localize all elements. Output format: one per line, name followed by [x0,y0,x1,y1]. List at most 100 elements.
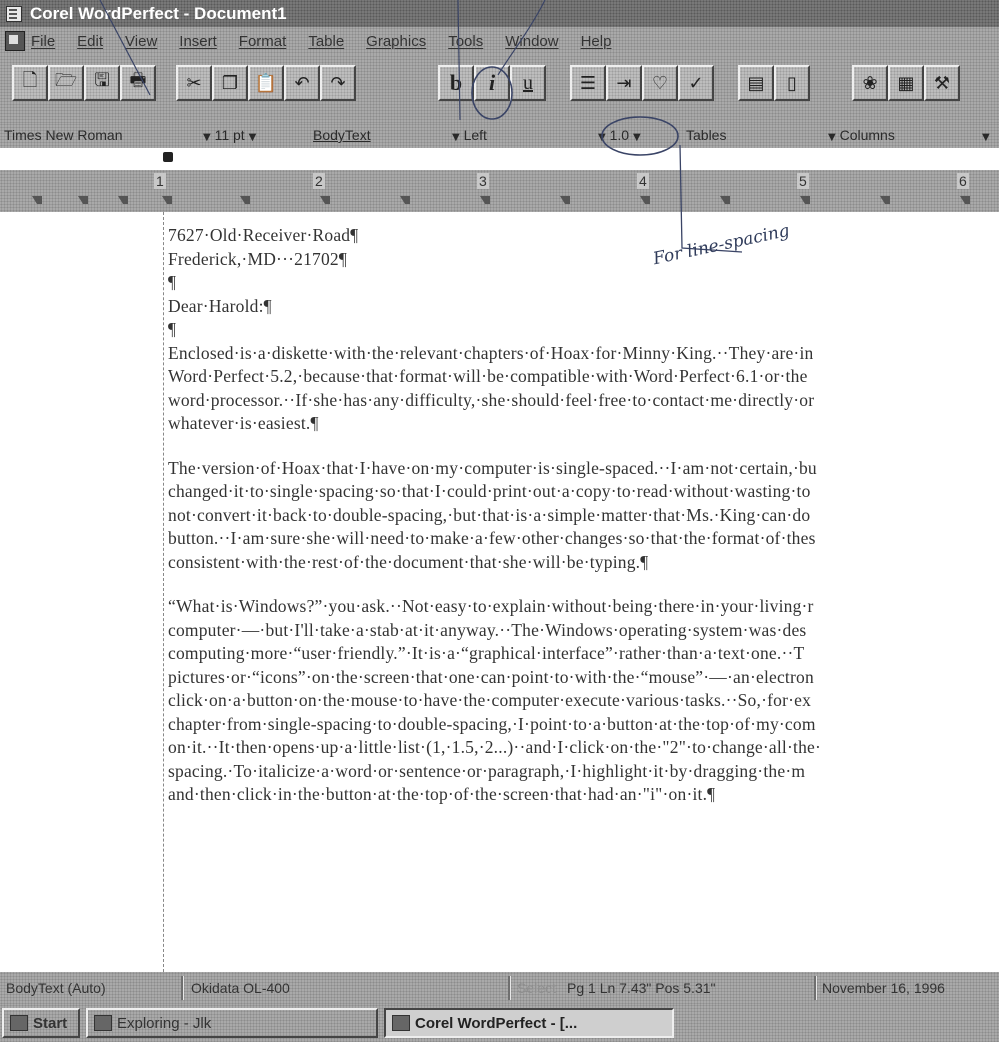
tab-stop-icon[interactable] [32,196,42,204]
status-bar: BodyText (Auto) Okidata OL-400 Select Pg… [0,972,999,1004]
open-button[interactable]: 🗁 [48,65,84,101]
tab-stop-icon[interactable] [880,196,890,204]
copy-button[interactable]: ❐ [212,65,248,101]
taskbar-item-exploring[interactable]: Exploring - Jlk [86,1008,378,1038]
menu-table[interactable]: Table [308,33,344,50]
bold-icon: b [449,70,463,95]
indent-button[interactable]: ⇥ [606,65,642,101]
start-button[interactable]: Start [2,1008,80,1038]
menu-window[interactable]: Window [505,33,558,50]
tools-button[interactable]: ⚒ [924,65,960,101]
menu-format[interactable]: Format [239,33,287,50]
ruler-mark: 4 [637,173,649,189]
font-select[interactable]: Times New Roman [4,127,123,144]
bold-button[interactable]: b [438,65,474,101]
spell-check-button[interactable]: ✓ [678,65,714,101]
undo-icon: ↶ [294,72,310,94]
status-style[interactable]: BodyText (Auto) [6,978,106,998]
text-line: The·version·of·Hoax·that·I·have·on·my·co… [168,457,817,478]
menu-graphics[interactable]: Graphics [366,33,426,50]
page-view-button[interactable]: ▤ [738,65,774,101]
zoom-button[interactable]: ▯ [774,65,810,101]
chevron-down-icon: ▼ [598,132,606,143]
menu-bar: File Edit View Insert Format Table Graph… [0,27,999,55]
text-line: computing·more·“user·friendly.”·It·is·a·… [168,643,805,663]
paste-icon: 📋 [254,72,278,94]
tab-stop-icon[interactable] [240,196,250,204]
status-date[interactable]: November 16, 1996 [822,978,945,998]
tab-stop-icon[interactable] [960,196,970,204]
indent-marker-icon[interactable] [163,152,173,162]
document-editor[interactable]: 7627·Old·Receiver·Road¶ Frederick,·MD···… [0,212,999,972]
document-text[interactable]: 7627·Old·Receiver·Road¶ Frederick,·MD···… [168,224,999,807]
justification-value: Left [463,127,487,143]
folder-icon [94,1015,112,1031]
text-line: on·it.··It·then·opens·up·a·little·list·(… [168,737,822,757]
text-line: “What·is·Windows?”·you·ask.··Not·easy·to… [168,596,814,616]
text-line: consistent·with·the·rest·of·the·document… [168,551,649,572]
open-folder-icon: 🗁 [54,70,78,91]
print-icon: 🖶 [129,70,147,91]
italic-button[interactable]: i [474,65,510,101]
style-select[interactable]: BodyText [313,127,371,144]
menu-insert[interactable]: Insert [179,33,217,50]
text-line: computer·—·but·I'll·take·a·stab·at·it·an… [168,619,807,640]
status-printer[interactable]: Okidata OL-400 [191,978,290,998]
save-button[interactable]: 🖫 [84,65,120,101]
justification-select[interactable]: ▼ Left [452,127,487,144]
chevron-down-icon: ▼ [632,132,641,143]
tab-stop-icon[interactable] [118,196,128,204]
windows-logo-icon [10,1015,28,1031]
wordperfect-icon [392,1015,410,1031]
status-divider [508,976,510,1000]
new-document-button[interactable]: 🗋 [12,65,48,101]
tab-stop-icon[interactable] [560,196,570,204]
quickformat-button[interactable]: ♡ [642,65,678,101]
underline-button[interactable]: u [510,65,546,101]
line-spacing-select[interactable]: ▼ 1.0 ▼ [598,127,641,144]
document-control-icon[interactable] [5,31,25,51]
undo-button[interactable]: ↶ [284,65,320,101]
tab-stop-icon[interactable] [480,196,490,204]
redo-button[interactable]: ↷ [320,65,356,101]
text-line: whatever·is·easiest.¶ [168,413,319,433]
menu-file[interactable]: File [31,33,55,50]
menu-view[interactable]: View [125,33,157,50]
paste-button[interactable]: 📋 [248,65,284,101]
tab-stop-icon[interactable] [320,196,330,204]
status-divider [814,976,816,1000]
graphics-button[interactable]: ❀ [852,65,888,101]
property-bar: Times New Roman ▼ 11 pt ▼ BodyText ▼ Lef… [0,123,999,148]
tab-stop-icon[interactable] [400,196,410,204]
font-size-select[interactable]: ▼ 11 pt ▼ [203,127,256,144]
tab-stop-icon[interactable] [640,196,650,204]
text-line: and·then·click·in·the·button·at·the·top·… [168,784,716,804]
tables-select[interactable]: Tables [686,127,726,144]
tools-icon: ⚒ [933,72,951,94]
status-divider [181,976,183,1000]
more-select[interactable]: ▼ [982,127,990,144]
chart-button[interactable]: ▦ [888,65,924,101]
menu-help[interactable]: Help [581,33,612,50]
tab-stop-icon[interactable] [78,196,88,204]
status-position[interactable]: Pg 1 Ln 7.43" Pos 5.31" [567,978,716,998]
bullets-button[interactable]: ☰ [570,65,606,101]
text-line: click·on·a·button·on·the·mouse·to·have·t… [168,690,812,710]
ruler-mark: 5 [797,173,809,189]
tab-stop-icon[interactable] [800,196,810,204]
menu-edit[interactable]: Edit [77,33,103,50]
spell-check-icon: ✓ [688,72,704,94]
taskbar-item-wordperfect[interactable]: Corel WordPerfect - [... [384,1008,674,1038]
columns-select[interactable]: ▼ Columns [828,127,895,144]
tab-stop-icon[interactable] [162,196,172,204]
menu-tools[interactable]: Tools [448,33,483,50]
tab-stop-icon[interactable] [720,196,730,204]
ruler[interactable]: 1 2 3 4 5 6 [0,170,999,214]
text-line: spacing.·To·italicize·a·word·or·sentence… [168,760,806,781]
text-line: not·convert·it·back·to·double-spacing,·b… [168,504,811,525]
status-select[interactable]: Select [517,978,556,998]
cut-button[interactable]: ✂ [176,65,212,101]
print-button[interactable]: 🖶 [120,65,156,101]
app-menu-icon[interactable] [6,5,22,22]
